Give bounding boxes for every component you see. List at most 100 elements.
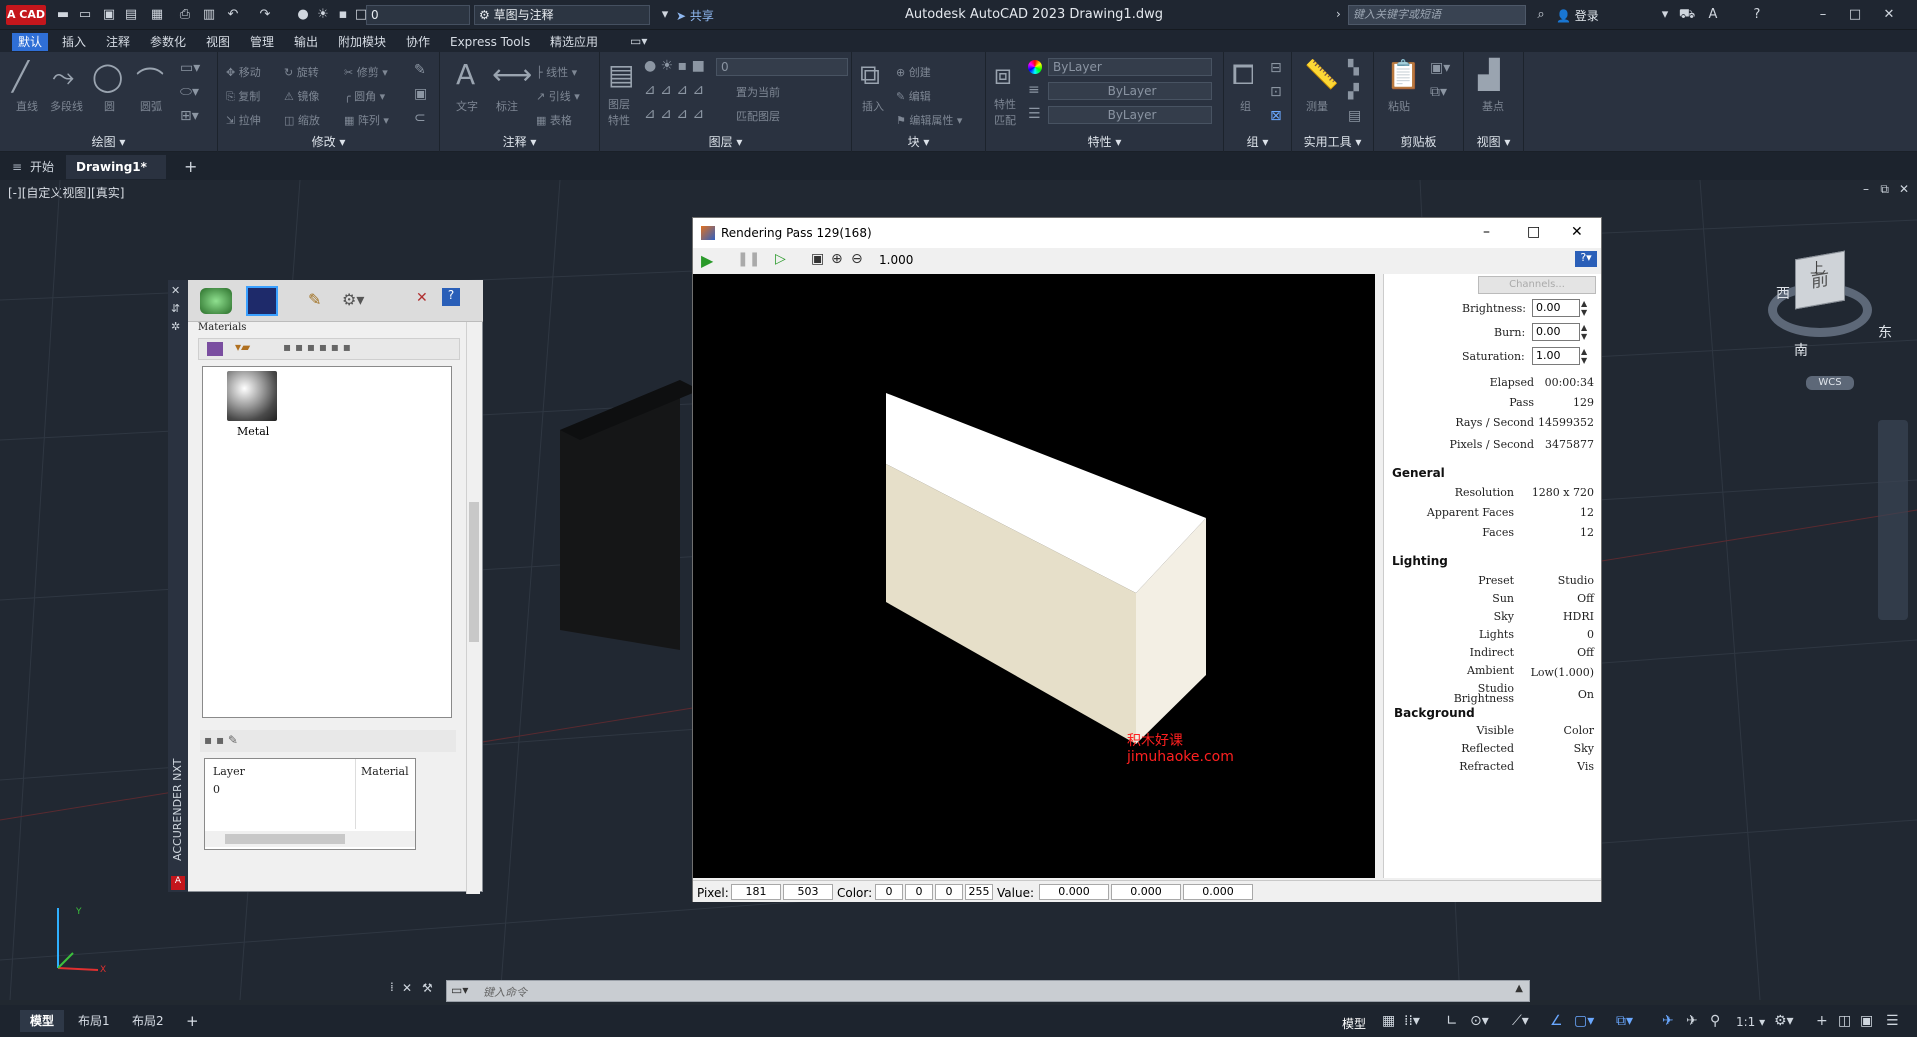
brightness-input[interactable]: 0.00 — [1532, 299, 1580, 317]
wand-icon[interactable]: ✎ — [308, 290, 321, 309]
redo-icon[interactable]: ↷ — [256, 6, 274, 24]
layer-tools-row1[interactable]: ⊿ ⊿ ⊿ ⊿ — [644, 82, 704, 98]
dropdown-icon[interactable]: ▾ — [1656, 6, 1674, 24]
rotate-button[interactable]: ↻ 旋转 — [284, 64, 319, 80]
quick-access-menu-icon[interactable]: ▾ — [656, 6, 674, 24]
tab-addins[interactable]: 附加模块 — [332, 33, 392, 51]
tab-manage[interactable]: 管理 — [244, 33, 280, 51]
model-space-button[interactable]: 模型 — [1342, 1015, 1366, 1032]
view-panel-title[interactable]: 视图 ▾ — [1464, 133, 1523, 150]
3d-osnap-icon[interactable]: ⧉▾ — [1616, 1013, 1633, 1029]
polyline-icon[interactable]: ⤳ — [52, 60, 74, 94]
close-icon[interactable]: ✕ — [1880, 6, 1898, 24]
copy-button[interactable]: ⎘ 复制 — [226, 88, 260, 104]
tab-express-tools[interactable]: Express Tools — [444, 33, 536, 51]
palette-scrollbar[interactable] — [466, 322, 480, 894]
make-current-button[interactable]: 置为当前 — [736, 84, 780, 100]
assign-icons[interactable]: ▪ ▪ ✎ — [204, 733, 238, 747]
color-wheel-icon[interactable] — [1028, 60, 1042, 74]
zoom-in-icon[interactable]: ⊕ — [831, 251, 843, 267]
scale-button[interactable]: ◫ 缩放 — [284, 112, 320, 128]
sun-icon[interactable]: ☀ — [314, 6, 332, 24]
navigation-bar[interactable] — [1878, 420, 1908, 620]
move-button[interactable]: ✥ 移动 — [226, 64, 261, 80]
group-label[interactable]: 组 — [1240, 98, 1251, 114]
array-button[interactable]: ▦ 阵列 ▾ — [344, 112, 389, 128]
insert-label[interactable]: 插入 — [862, 98, 884, 114]
metal-material-thumbnail[interactable] — [227, 371, 277, 421]
search-icon[interactable]: ⌕ — [1532, 6, 1550, 24]
share-button[interactable]: ➤ 共享 — [676, 7, 714, 24]
render-pause-icon[interactable]: ❚❚ — [737, 251, 760, 267]
create-block-button[interactable]: ⊕ 创建 — [896, 64, 931, 80]
groups-panel-title[interactable]: 组 ▾ — [1224, 133, 1291, 150]
materials-list[interactable]: Metal — [202, 366, 452, 718]
command-history-icon[interactable]: ▭▾ — [451, 983, 468, 997]
wcs-menu[interactable]: WCS — [1806, 376, 1854, 390]
palette-close-icon[interactable]: ✕ — [171, 284, 180, 297]
match-properties-label[interactable]: 特性匹配 — [994, 96, 1022, 128]
save-as-icon[interactable]: ▤ — [122, 6, 140, 24]
help-icon[interactable]: ? — [442, 288, 460, 306]
block-panel-title[interactable]: 块 ▾ — [852, 133, 985, 150]
chevron-right-icon[interactable]: › — [1336, 7, 1341, 21]
table-hscrollbar[interactable] — [205, 831, 415, 847]
save-icon[interactable]: ▣ — [100, 6, 118, 24]
add-icon[interactable]: + — [1816, 1013, 1828, 1029]
auto-scale-icon[interactable]: ✈ — [1686, 1013, 1698, 1029]
hatch-icon[interactable]: ⬭▾ — [180, 84, 199, 100]
layer-properties-label[interactable]: 图层特性 — [608, 96, 636, 128]
ribbon-toggle-icon[interactable]: ▭▾ — [630, 34, 647, 48]
workspace-gear-icon[interactable]: ⚙▾ — [1774, 1013, 1794, 1029]
cart-icon[interactable]: ⛟ — [1678, 6, 1696, 24]
insert-block-icon[interactable]: ⧉ — [860, 58, 880, 92]
burn-input[interactable]: 0.00 — [1532, 323, 1580, 341]
tab-start[interactable]: 开始 — [20, 155, 64, 179]
offset-icon[interactable]: ⊂ — [414, 110, 426, 126]
object-snap-icon[interactable]: ▢▾ — [1574, 1013, 1594, 1029]
render-help-icon[interactable]: ?▾ — [1575, 251, 1597, 267]
help-icon[interactable]: ? — [1748, 6, 1766, 24]
tab-model[interactable]: 模型 — [20, 1010, 65, 1032]
zoom-out-icon[interactable]: ⊖ — [851, 251, 863, 267]
select-all-icon[interactable]: ▞ — [1348, 84, 1359, 100]
search-input[interactable]: 键入关键字或短语 — [1348, 5, 1526, 25]
linear-button[interactable]: ├ 线性 ▾ — [536, 64, 577, 80]
tab-layout1[interactable]: 布局1 — [68, 1010, 120, 1032]
material-column-header[interactable]: Material — [361, 765, 409, 778]
maximize-icon[interactable]: □ — [1846, 6, 1864, 24]
saturation-spinner[interactable]: ▲ ▼ — [1581, 347, 1587, 365]
tab-drawing1[interactable]: Drawing1* ✕ — [66, 155, 166, 198]
clipboard-panel-title[interactable]: 剪贴板 — [1374, 133, 1463, 150]
edit-block-button[interactable]: ✎ 编辑 — [896, 88, 931, 104]
open-folder-icon[interactable]: ▾▰ — [235, 340, 250, 354]
tab-view[interactable]: 视图 — [200, 33, 236, 51]
explode-icon[interactable]: ▣ — [414, 86, 427, 102]
table-scroll-thumb[interactable] — [225, 834, 345, 844]
channels-button[interactable]: Channels... — [1478, 276, 1596, 294]
render-resume-icon[interactable]: ▷ — [775, 251, 786, 267]
undo-icon[interactable]: ↶ — [224, 6, 242, 24]
command-close-icon[interactable]: ✕ — [402, 981, 412, 995]
web-mobile-icon[interactable]: ▦ — [148, 6, 166, 24]
arc-label[interactable]: 圆弧 — [140, 98, 162, 114]
circle-label[interactable]: 圆 — [104, 98, 115, 114]
cut-icon[interactable]: ▣▾ — [1430, 60, 1450, 76]
minimize-icon[interactable]: – — [1814, 6, 1832, 24]
circle-icon[interactable]: ◯ — [92, 60, 123, 93]
layer-column-header[interactable]: Layer — [213, 765, 245, 778]
group-icon[interactable]: ⧠ — [1232, 58, 1254, 92]
snap-icon[interactable]: ⁞⁞▾ — [1404, 1013, 1420, 1029]
render-minimize-icon[interactable]: – — [1483, 224, 1490, 240]
layer-tools-row2[interactable]: ⊿ ⊿ ⊿ ⊿ — [644, 106, 704, 122]
stretch-button[interactable]: ⇲ 拉伸 — [226, 112, 261, 128]
erase-icon[interactable]: ✎ — [414, 62, 426, 78]
leader-button[interactable]: ↗ 引线 ▾ — [536, 88, 580, 104]
graphics-performance-icon[interactable]: ▣ — [1860, 1013, 1873, 1029]
open-icon[interactable]: ▭ — [76, 6, 94, 24]
annotation-scale-icon[interactable]: ⚲ — [1710, 1013, 1720, 1029]
linetype-select[interactable]: ByLayer — [1048, 82, 1212, 100]
layer-state-icons[interactable]: ● ☀ ▪ ■ — [644, 58, 705, 74]
line-label[interactable]: 直线 — [16, 98, 38, 114]
rectangle-icon[interactable]: ▭▾ — [180, 60, 200, 76]
